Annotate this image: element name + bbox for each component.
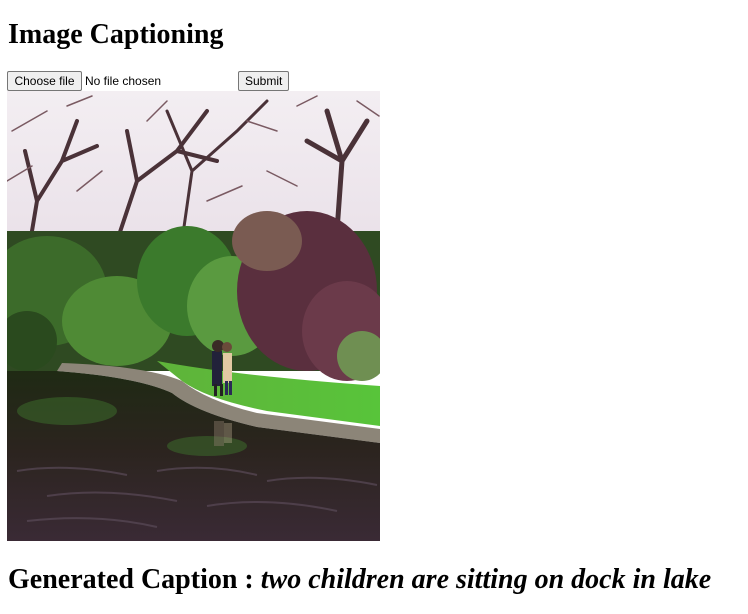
file-status-text: No file chosen: [85, 74, 162, 88]
generated-caption: Generated Caption : two children are sit…: [8, 563, 711, 597]
page-title: Image Captioning: [8, 19, 224, 50]
submit-button[interactable]: Submit: [238, 71, 289, 91]
uploaded-image: [7, 91, 380, 541]
upload-form: Choose file No file chosen Submit: [7, 71, 307, 91]
caption-text: two children are sitting on dock in lake: [260, 564, 712, 595]
caption-label: Generated Caption :: [8, 564, 254, 595]
choose-file-button[interactable]: Choose file: [7, 71, 82, 91]
